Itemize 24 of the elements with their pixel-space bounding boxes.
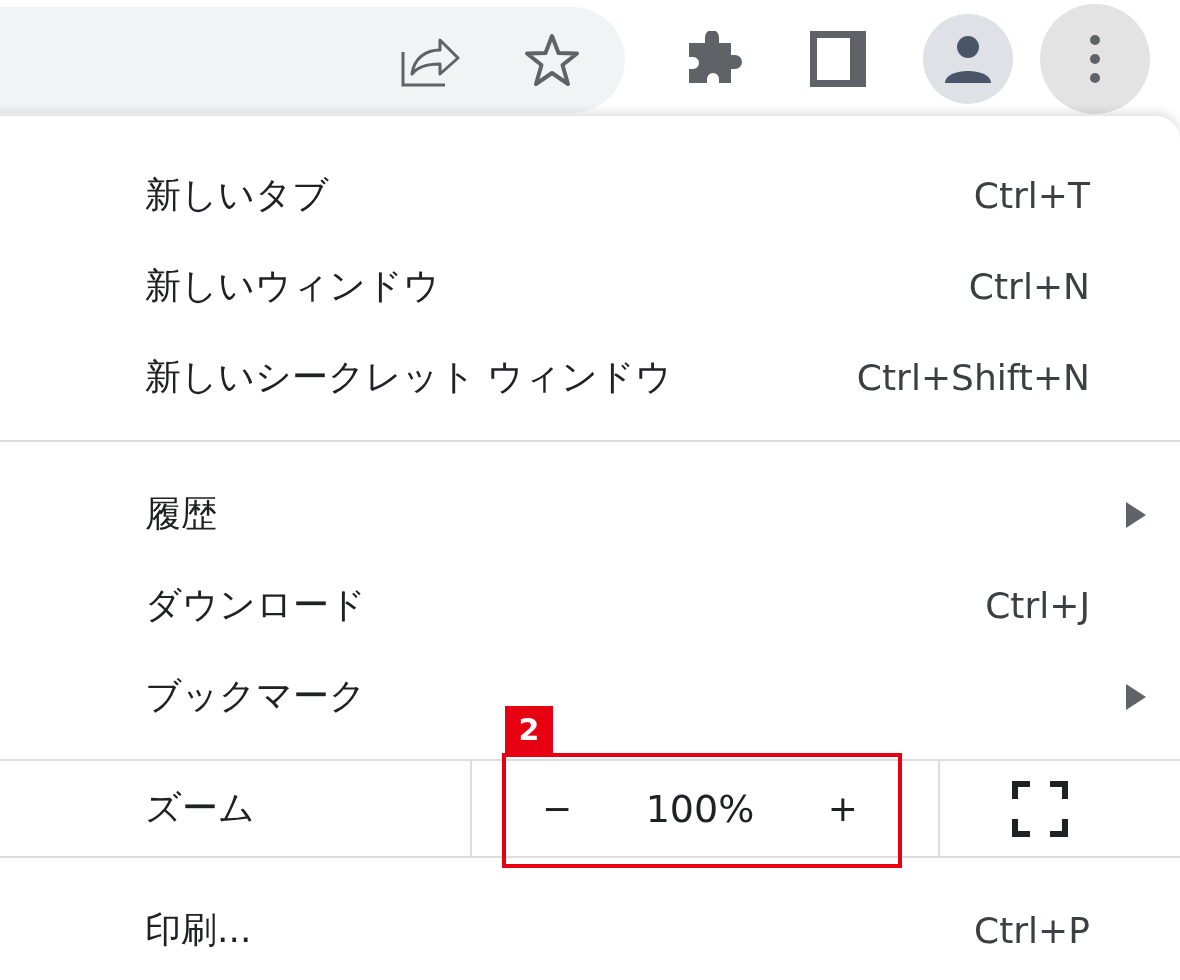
zoom-in-button[interactable]: + — [819, 788, 866, 829]
shortcut-label: Ctrl+P — [974, 910, 1090, 951]
menu-item[interactable]: 新しいタブ — [145, 171, 329, 220]
zoom-level: 100% — [645, 786, 755, 831]
shortcut-label: Ctrl+J — [985, 585, 1090, 626]
menu-item[interactable]: 新しいシークレット ウィンドウ — [145, 353, 673, 402]
menu-item-label: ズーム — [144, 786, 256, 830]
fullscreen-icon[interactable] — [1012, 780, 1068, 837]
zoom-out-button[interactable]: − — [534, 788, 581, 829]
person-icon — [942, 33, 994, 85]
more-icon — [1089, 34, 1101, 84]
side-panel-icon[interactable] — [810, 31, 866, 87]
menu-item[interactable]: 印刷... — [145, 906, 252, 955]
shortcut-label: Ctrl+Shift+N — [856, 357, 1090, 398]
callout-number: 2 — [505, 706, 553, 753]
menu-item[interactable]: 履歴 — [145, 490, 217, 539]
submenu-arrow-icon — [1126, 501, 1146, 528]
star-icon[interactable] — [524, 33, 580, 87]
menu-item[interactable]: ブックマーク — [145, 672, 366, 721]
shortcut-label: Ctrl+N — [968, 266, 1090, 307]
submenu-arrow-icon — [1126, 683, 1146, 710]
menu-item[interactable]: ダウンロード — [145, 581, 366, 630]
menu-item[interactable]: 新しいウィンドウ — [145, 262, 440, 311]
shortcut-label: Ctrl+T — [973, 175, 1090, 216]
